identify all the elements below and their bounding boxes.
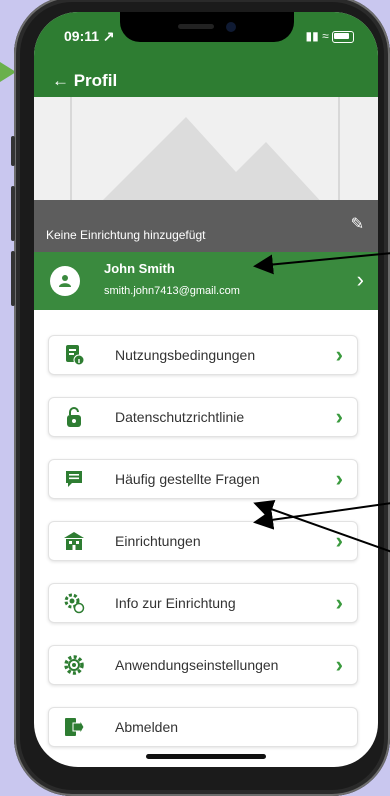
chevron-right-icon: ›	[335, 342, 343, 367]
chat-icon	[66, 471, 82, 487]
menu-item-facilities[interactable]: Einrichtungen ›	[48, 521, 358, 561]
image-placeholder-icon	[70, 97, 340, 207]
chevron-right-icon: ›	[335, 404, 343, 429]
status-icons: ▮▮ ≈	[305, 29, 354, 43]
app-header: 09:11 ↗ ▮▮ ≈ ← Profil	[34, 12, 378, 97]
chevron-right-icon: ›	[356, 267, 364, 292]
menu-item-label: Häufig gestellte Fragen	[115, 471, 260, 487]
signal-icon: ▮▮	[305, 29, 319, 43]
logout-icon	[65, 718, 85, 736]
menu-item-app-settings[interactable]: Anwendungseinstellungen ›	[48, 645, 358, 685]
menu-item-label: Abmelden	[115, 719, 179, 735]
menu-item-label: Anwendungseinstellungen	[115, 657, 279, 673]
chevron-right-icon: ›	[335, 466, 343, 491]
chevron-right-icon: ›	[335, 652, 343, 677]
no-facility-text: Keine Einrichtung hinzugefügt	[46, 228, 206, 242]
notch	[120, 12, 294, 42]
profile-row[interactable]: John Smith smith.john7413@gmail.com ›	[34, 252, 378, 310]
chevron-right-icon: ›	[335, 528, 343, 553]
lock-icon	[67, 407, 81, 427]
building-icon	[64, 532, 84, 550]
menu-item-label: Nutzungsbedingungen	[115, 347, 256, 363]
phone-frame: 09:11 ↗ ▮▮ ≈ ← Profil Keine Einrichtung …	[11, 0, 390, 796]
settings-gear-icon	[64, 655, 84, 675]
cover-image[interactable]: Keine Einrichtung hinzugefügt ✎	[34, 97, 378, 252]
back-button[interactable]: ← Profil	[52, 71, 117, 91]
cover-caption-bar: Keine Einrichtung hinzugefügt ✎	[34, 200, 378, 252]
battery-icon	[332, 30, 354, 43]
document-info-icon	[66, 345, 85, 366]
avatar	[50, 266, 80, 296]
menu-item-terms[interactable]: Nutzungsbedingungen ›	[48, 335, 358, 375]
gear-info-icon	[64, 593, 85, 614]
user-email: smith.john7413@gmail.com	[104, 285, 240, 297]
wifi-icon: ≈	[322, 29, 329, 43]
app-screen: 09:11 ↗ ▮▮ ≈ ← Profil Keine Einrichtung …	[34, 12, 378, 767]
edit-pencil-icon[interactable]: ✎	[351, 214, 364, 234]
menu-item-logout[interactable]: Abmelden	[48, 707, 358, 747]
user-name: John Smith	[104, 261, 175, 276]
home-indicator	[146, 754, 266, 759]
menu-item-privacy[interactable]: Datenschutzrichtlinie ›	[48, 397, 358, 437]
user-icon	[59, 275, 71, 287]
menu-item-facility-info[interactable]: Info zur Einrichtung ›	[48, 583, 358, 623]
menu-item-faq[interactable]: Häufig gestellte Fragen ›	[48, 459, 358, 499]
menu-item-label: Einrichtungen	[115, 533, 201, 549]
menu-item-label: Datenschutzrichtlinie	[115, 409, 245, 425]
chevron-right-icon: ›	[335, 590, 343, 615]
status-time: 09:11 ↗	[64, 28, 115, 44]
menu-item-label: Info zur Einrichtung	[115, 595, 236, 611]
